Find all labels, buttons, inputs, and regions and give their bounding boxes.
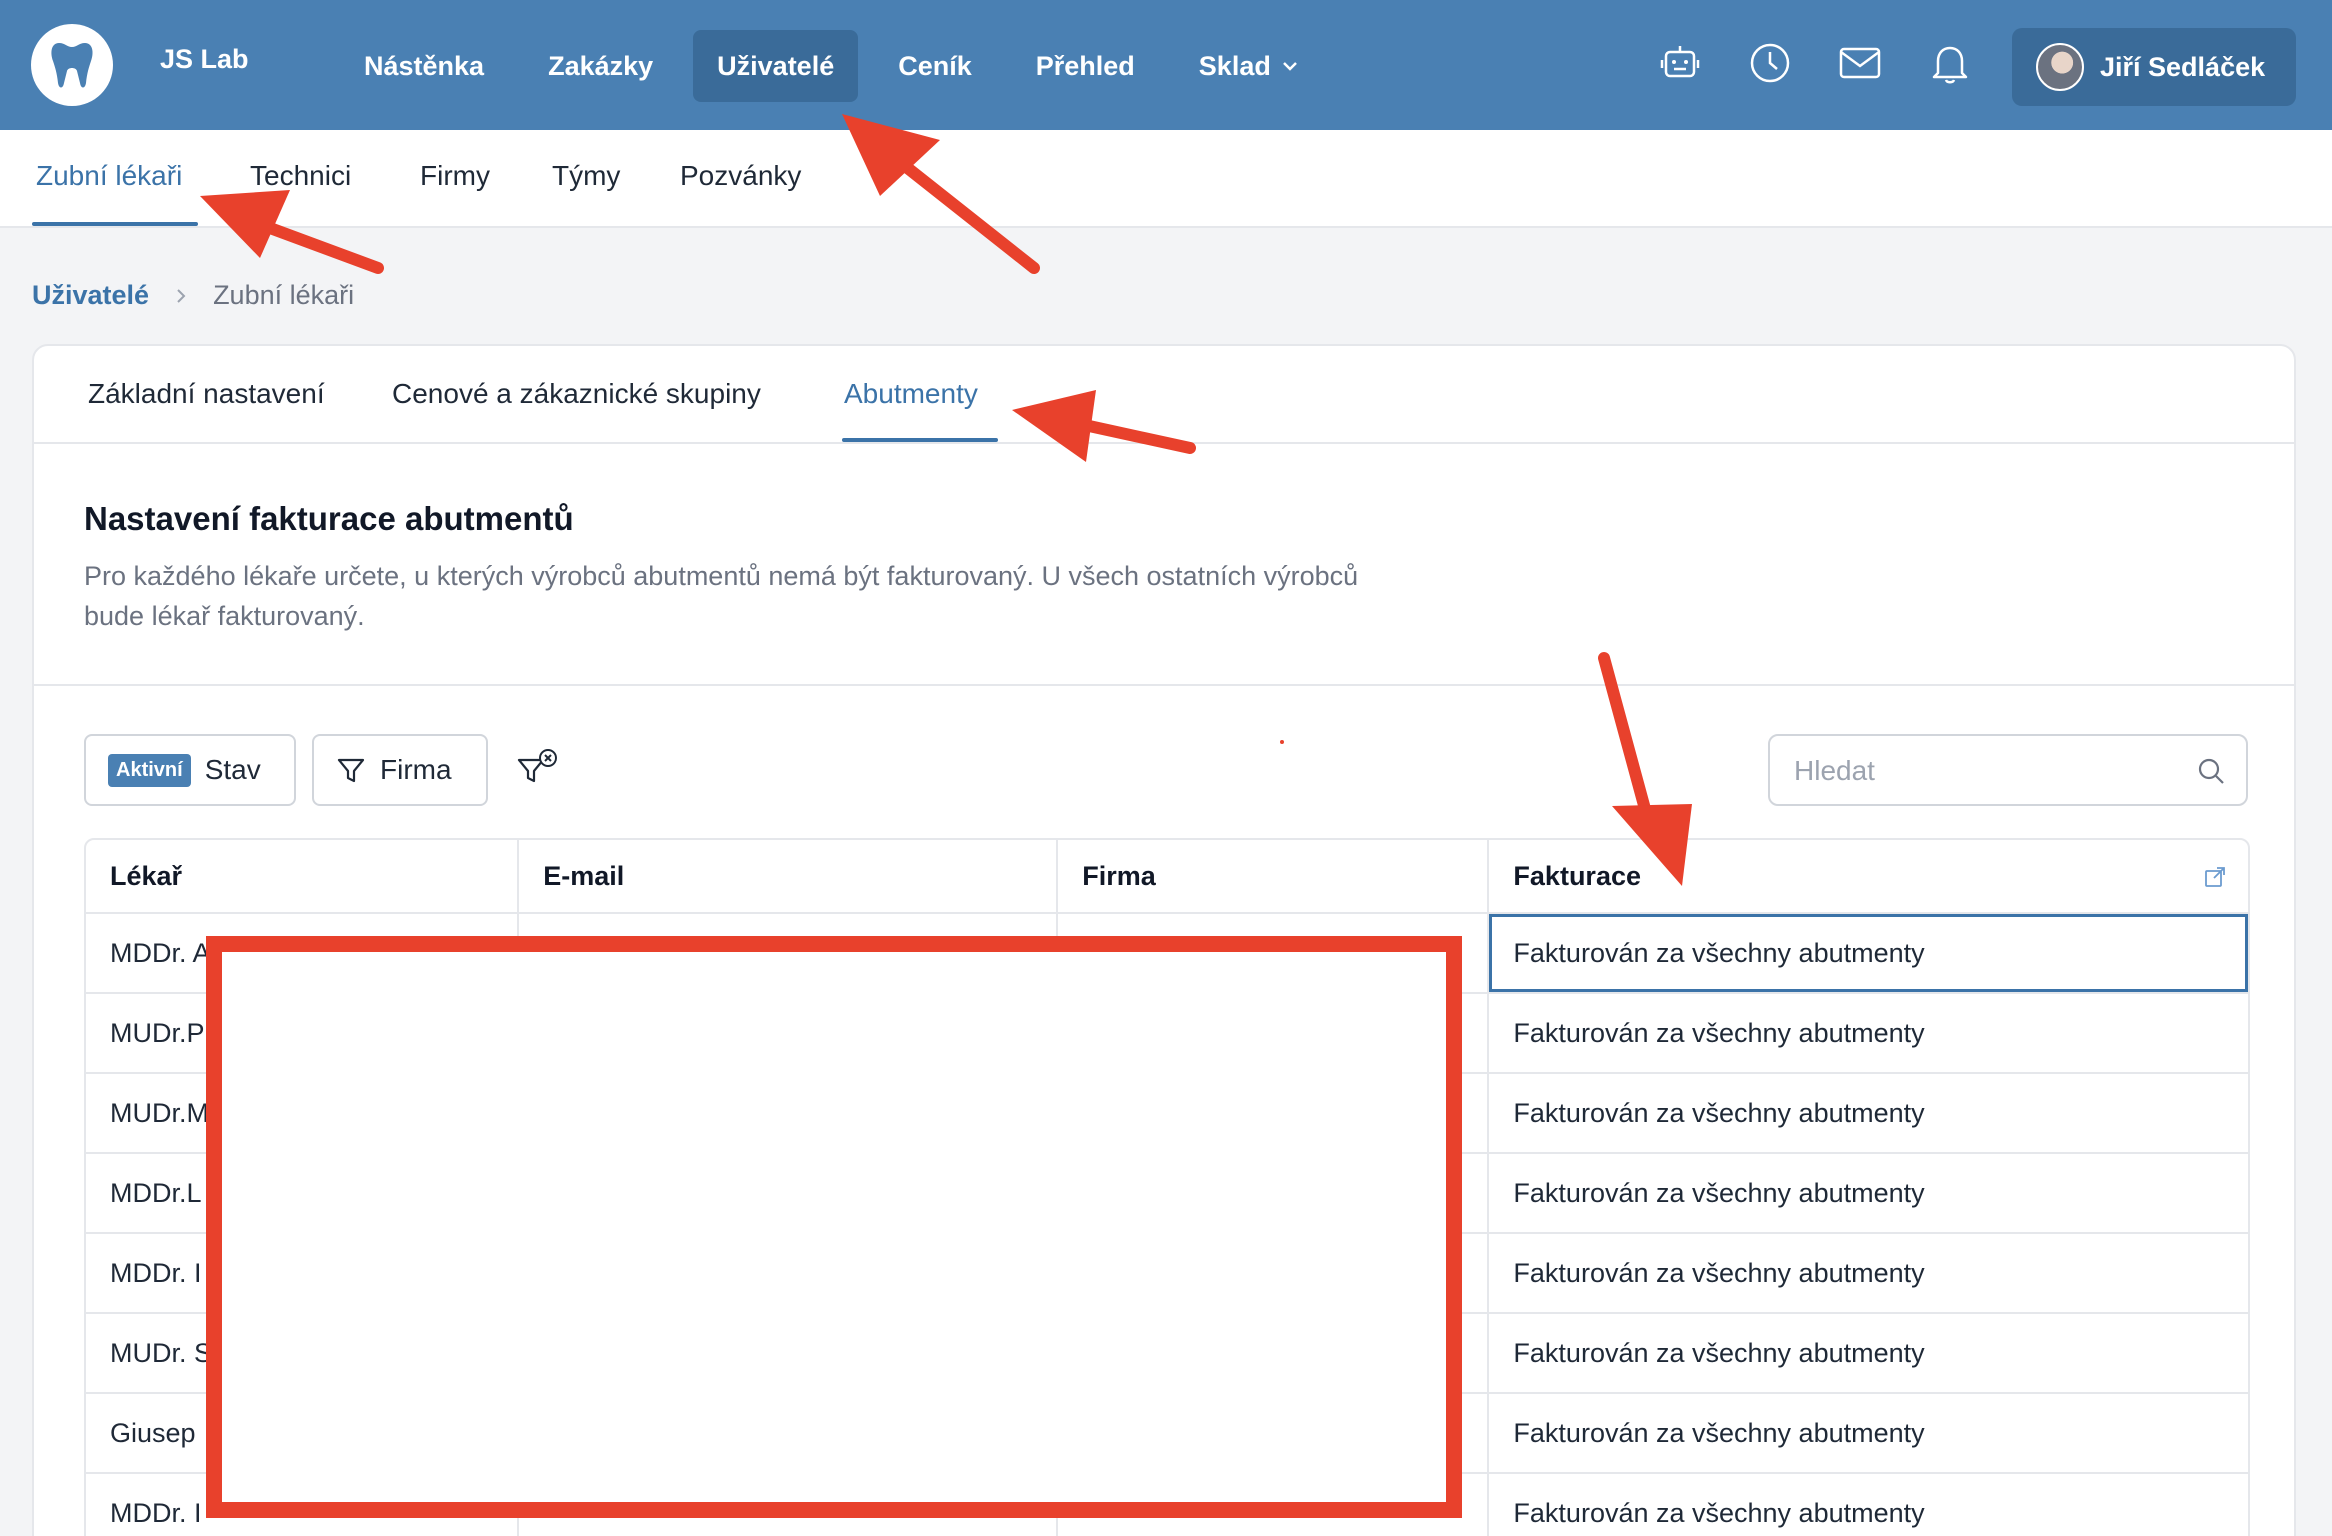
subnav-item-invitations[interactable]: Pozvánky xyxy=(680,160,801,192)
external-edit-icon[interactable] xyxy=(2204,866,2226,888)
breadcrumb-current: Zubní lékaři xyxy=(213,280,355,310)
brand-name[interactable]: JS Lab xyxy=(160,44,249,75)
subnav-item-companies[interactable]: Firmy xyxy=(420,160,490,192)
nav-item-dashboard[interactable]: Nástěnka xyxy=(340,30,508,102)
nav-item-users[interactable]: Uživatelé xyxy=(693,30,859,102)
tab-basic-settings[interactable]: Základní nastavení xyxy=(88,378,325,410)
billing-cell[interactable]: Fakturován za všechny abutmenty xyxy=(1489,1154,2248,1232)
brand-logo[interactable] xyxy=(31,24,113,106)
billing-cell[interactable]: Fakturován za všechny abutmenty xyxy=(1489,914,2248,992)
nav-item-orders[interactable]: Zakázky xyxy=(524,30,677,102)
column-header-doctor[interactable]: Lékař xyxy=(86,840,520,912)
tab-active-indicator xyxy=(842,438,998,442)
status-filter-label: Stav xyxy=(204,754,261,785)
top-icon-bar xyxy=(1658,40,1972,86)
annotation-dot xyxy=(1280,740,1284,744)
nav-item-pricelist[interactable]: Ceník xyxy=(874,30,996,102)
nav-item-warehouse-label: Sklad xyxy=(1198,51,1271,81)
subnav-active-indicator xyxy=(32,222,198,226)
tooth-icon xyxy=(51,43,93,88)
billing-cell[interactable]: Fakturován za všechny abutmenty xyxy=(1489,1314,2248,1392)
search-icon[interactable] xyxy=(2196,756,2226,786)
tab-abutments[interactable]: Abutmenty xyxy=(844,378,978,410)
table-header: Lékař E-mail Firma Fakturace xyxy=(86,840,2248,914)
avatar xyxy=(2036,43,2084,91)
top-navbar: JS Lab Nástěnka Zakázky Uživatelé Ceník … xyxy=(0,0,2332,130)
bell-icon[interactable] xyxy=(1928,40,1972,86)
sub-nav: Zubní lékaři Technici Firmy Týmy Pozvánk… xyxy=(0,130,2332,228)
subnav-item-teams[interactable]: Týmy xyxy=(552,160,620,192)
company-filter-button[interactable]: Firma xyxy=(312,734,488,806)
column-header-billing[interactable]: Fakturace xyxy=(1489,840,2248,912)
breadcrumb-parent[interactable]: Uživatelé xyxy=(32,280,149,311)
status-filter-button[interactable]: Aktivní Stav xyxy=(84,734,296,806)
section-description: Pro každého lékaře určete, u kterých výr… xyxy=(84,561,1359,631)
nav-item-warehouse[interactable]: Sklad xyxy=(1175,30,1323,102)
tab-price-groups[interactable]: Cenové a zákaznické skupiny xyxy=(392,378,761,410)
clear-filters-icon[interactable] xyxy=(516,748,562,792)
divider xyxy=(34,684,2294,686)
clock-icon[interactable] xyxy=(1748,40,1792,86)
column-header-billing-label: Fakturace xyxy=(1513,860,1641,891)
section-title: Nastavení fakturace abutmentů xyxy=(84,500,574,537)
breadcrumb: Uživatelé Zubní lékaři xyxy=(32,280,354,311)
filter-icon xyxy=(337,758,365,783)
mail-icon[interactable] xyxy=(1838,40,1882,86)
redaction-box xyxy=(206,936,1462,1518)
subnav-item-technicians[interactable]: Technici xyxy=(250,160,351,192)
billing-cell[interactable]: Fakturován za všechny abutmenty xyxy=(1489,1074,2248,1152)
company-filter-label: Firma xyxy=(380,754,452,785)
subnav-item-dentists[interactable]: Zubní lékaři xyxy=(36,160,182,192)
card-tabs: Základní nastavení Cenové a zákaznické s… xyxy=(34,346,2294,444)
status-badge: Aktivní xyxy=(108,753,191,787)
user-name: Jiří Sedláček xyxy=(2100,51,2266,82)
billing-cell[interactable]: Fakturován za všechny abutmenty xyxy=(1489,1474,2248,1536)
nav-item-overview[interactable]: Přehled xyxy=(1012,30,1159,102)
column-header-company[interactable]: Firma xyxy=(1058,840,1490,912)
search-box xyxy=(1768,734,2248,806)
main-nav: Nástěnka Zakázky Uživatelé Ceník Přehled… xyxy=(340,30,1339,102)
billing-cell[interactable]: Fakturován za všechny abutmenty xyxy=(1489,1234,2248,1312)
billing-cell[interactable]: Fakturován za všechny abutmenty xyxy=(1489,1394,2248,1472)
billing-cell[interactable]: Fakturován za všechny abutmenty xyxy=(1489,994,2248,1072)
user-menu[interactable]: Jiří Sedláček xyxy=(2012,28,2296,106)
search-input[interactable] xyxy=(1794,752,2174,790)
chevron-right-icon xyxy=(177,288,186,303)
column-header-email[interactable]: E-mail xyxy=(519,840,1059,912)
robot-icon[interactable] xyxy=(1658,40,1702,86)
chevron-down-icon xyxy=(1282,62,1297,71)
